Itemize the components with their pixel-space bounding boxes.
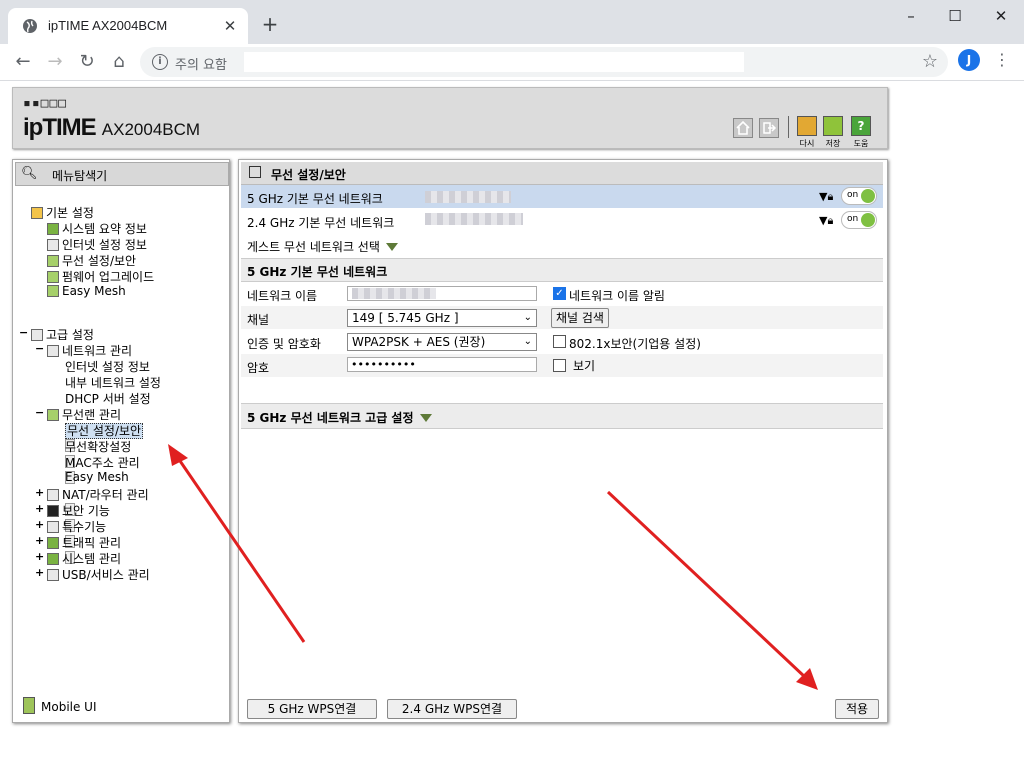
- annotation-arrow-menu: [176, 457, 306, 643]
- annotation-arrows: [168, 444, 818, 690]
- arrowhead-icon: [168, 444, 188, 466]
- annotation-arrow-apply: [606, 490, 808, 680]
